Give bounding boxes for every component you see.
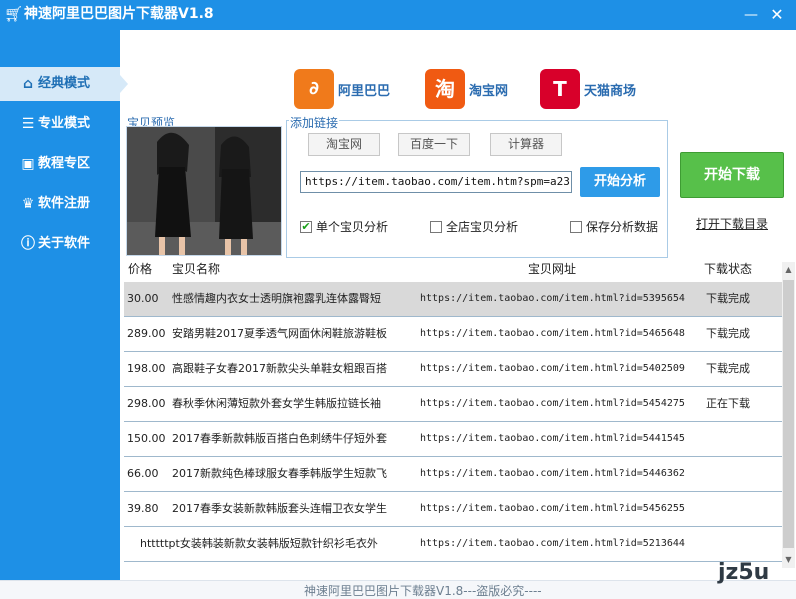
briefcase-icon: ▣ (21, 156, 35, 172)
sidebar: ⌂ 经典模式 ☰ 专业模式 ▣ 教程专区 ♛ 软件注册 ⓘ 关于软件 (0, 30, 128, 580)
sidebar-item-tutorials[interactable]: ▣ 教程专区 (0, 147, 120, 181)
sidebar-item-label: 关于软件 (38, 236, 91, 251)
table-row[interactable]: 66.00 2017新款纯色棒球服女春季韩版学生短款飞 https://item… (124, 457, 782, 492)
cell-url: https://item.taobao.com/item.html?id=545… (420, 398, 685, 409)
window-title: 神速阿里巴巴图片下载器V1.8 (24, 6, 214, 22)
cell-name: 2017春季女装新款韩版套头连帽卫衣女学生 (172, 502, 387, 515)
cell-name: 2017春季新款韩版百搭白色刺绣牛仔短外套 (172, 432, 387, 445)
title-bar: 🛒︎ 神速阿里巴巴图片下载器V1.8 — ✕ (0, 0, 796, 30)
cell-url: https://item.taobao.com/item.html?id=544… (420, 468, 685, 479)
cell-status: 下载完成 (706, 362, 750, 375)
footer-text: 神速阿里巴巴图片下载器V1.8---盗版必究---- (304, 584, 542, 598)
cart-icon: 🛒︎ (4, 5, 24, 23)
taobao-button[interactable]: 淘宝网 (308, 133, 380, 156)
whole-shop-analysis-checkbox[interactable]: 全店宝贝分析 (430, 219, 540, 235)
save-analysis-data-checkbox[interactable]: 保存分析数据 (570, 219, 670, 235)
sidebar-item-label: 软件注册 (38, 196, 91, 211)
url-input[interactable]: https://item.taobao.com/item.htm?spm=a23 (300, 171, 572, 193)
baidu-button[interactable]: 百度一下 (398, 133, 470, 156)
alibaba-logo-label: 阿里巴巴 (338, 84, 391, 99)
table-row[interactable]: 298.00 春秋季休闲薄短款外套女学生韩版拉链长袖 https://item.… (124, 387, 782, 422)
product-table: 价格 宝贝名称 宝贝网址 下载状态 30.00 性感情趣内衣女士透明旗袍露乳连体… (124, 258, 782, 572)
cell-name: 安踏男鞋2017夏季透气网面休闲鞋旅游鞋板 (172, 327, 387, 340)
column-header-url[interactable]: 宝贝网址 (528, 258, 576, 280)
column-header-name[interactable]: 宝贝名称 (172, 258, 220, 280)
cell-price: 150.00 (127, 432, 166, 445)
tmall-logo-link[interactable]: T 天猫商场 (540, 69, 650, 111)
sidebar-item-about[interactable]: ⓘ 关于软件 (0, 227, 120, 261)
minimize-button[interactable]: — (742, 6, 760, 24)
checkbox-box (430, 221, 442, 233)
home-icon: ⌂ (22, 76, 34, 92)
table-header: 价格 宝贝名称 宝贝网址 下载状态 (124, 258, 782, 280)
list-icon: ☰ (21, 116, 35, 132)
sidebar-item-label: 经典模式 (38, 76, 91, 91)
start-analysis-button[interactable]: 开始分析 (580, 167, 660, 197)
checkbox-label: 单个宝贝分析 (316, 220, 389, 234)
cell-price: 298.00 (127, 397, 166, 410)
table-row[interactable]: 198.00 高跟鞋子女春2017新款尖头单鞋女粗跟百搭 https://ite… (124, 352, 782, 387)
column-header-price[interactable]: 价格 (128, 258, 152, 280)
table-row[interactable]: 30.00 性感情趣内衣女士透明旗袍露乳连体露臀短 https://item.t… (124, 282, 782, 317)
sidebar-item-register[interactable]: ♛ 软件注册 (0, 187, 120, 221)
add-link-legend: 添加链接 (289, 114, 340, 131)
sidebar-item-classic-mode[interactable]: ⌂ 经典模式 (0, 67, 128, 101)
cell-url: https://item.taobao.com/item.html?id=546… (420, 328, 685, 339)
cell-url: https://item.taobao.com/item.html?id=521… (420, 538, 685, 549)
cell-name: 性感情趣内衣女士透明旗袍露乳连体露臀短 (172, 292, 381, 305)
column-header-status[interactable]: 下载状态 (704, 258, 752, 280)
cell-url: https://item.taobao.com/item.html?id=539… (420, 293, 685, 304)
tmall-logo-icon: T (540, 69, 580, 109)
cell-url: https://item.taobao.com/item.html?id=545… (420, 503, 685, 514)
table-row[interactable]: 150.00 2017春季新款韩版百搭白色刺绣牛仔短外套 https://ite… (124, 422, 782, 457)
status-bar: 神速阿里巴巴图片下载器V1.8---盗版必究---- (0, 580, 796, 599)
cell-price: 39.80 (127, 502, 159, 515)
cell-name: htttttpt女装韩装新款女装韩版短款针织衫毛衣外 (140, 537, 378, 550)
single-item-analysis-checkbox[interactable]: ✔ 单个宝贝分析 (300, 219, 410, 235)
checkbox-box (570, 221, 582, 233)
cell-url: https://item.taobao.com/item.html?id=540… (420, 363, 685, 374)
calculator-button[interactable]: 计算器 (490, 133, 562, 156)
start-download-button[interactable]: 开始下载 (680, 152, 784, 198)
taobao-logo-label: 淘宝网 (469, 84, 509, 99)
close-button[interactable]: ✕ (768, 6, 786, 24)
cell-status: 下载完成 (706, 327, 750, 340)
watermark-logo: jz5u (700, 558, 796, 598)
cell-price: 289.00 (127, 327, 166, 340)
sidebar-item-pro-mode[interactable]: ☰ 专业模式 (0, 107, 120, 141)
product-preview-image (126, 126, 282, 256)
crown-icon: ♛ (21, 196, 35, 212)
table-scrollbar[interactable]: ▲ ▼ (782, 262, 795, 568)
preview-photo (127, 127, 281, 255)
cell-price: 30.00 (127, 292, 159, 305)
alibaba-logo-icon: ∂ (294, 69, 334, 109)
cell-price: 66.00 (127, 467, 159, 480)
open-download-dir-link[interactable]: 打开下载目录 (696, 215, 768, 232)
checkbox-label: 全店宝贝分析 (446, 220, 519, 234)
cell-name: 高跟鞋子女春2017新款尖头单鞋女粗跟百搭 (172, 362, 387, 375)
scroll-thumb[interactable] (783, 280, 794, 548)
table-row[interactable]: 39.80 2017春季女装新款韩版套头连帽卫衣女学生 https://item… (124, 492, 782, 527)
cell-price: 198.00 (127, 362, 166, 375)
watermark-text: jz5u (718, 560, 770, 585)
checkmark-icon: ✔ (300, 220, 312, 233)
cell-name: 春秋季休闲薄短款外套女学生韩版拉链长袖 (172, 397, 381, 410)
cell-status: 正在下载 (706, 397, 750, 410)
scroll-up-icon[interactable]: ▲ (782, 262, 795, 278)
info-icon: ⓘ (21, 236, 35, 252)
taobao-logo-icon: 淘 (425, 69, 465, 109)
tmall-logo-label: 天猫商场 (584, 84, 637, 99)
cell-name: 2017新款纯色棒球服女春季韩版学生短款飞 (172, 467, 387, 480)
table-row[interactable]: htttttpt女装韩装新款女装韩版短款针织衫毛衣外 https://item.… (124, 527, 782, 562)
cell-status: 下载完成 (706, 292, 750, 305)
table-row[interactable]: 289.00 安踏男鞋2017夏季透气网面休闲鞋旅游鞋板 https://ite… (124, 317, 782, 352)
alibaba-logo-link[interactable]: ∂ 阿里巴巴 (294, 69, 404, 111)
checkbox-label: 保存分析数据 (586, 220, 659, 234)
sidebar-item-label: 专业模式 (38, 116, 91, 131)
cell-url: https://item.taobao.com/item.html?id=544… (420, 433, 685, 444)
taobao-logo-link[interactable]: 淘 淘宝网 (425, 69, 520, 111)
sidebar-item-label: 教程专区 (38, 156, 91, 171)
